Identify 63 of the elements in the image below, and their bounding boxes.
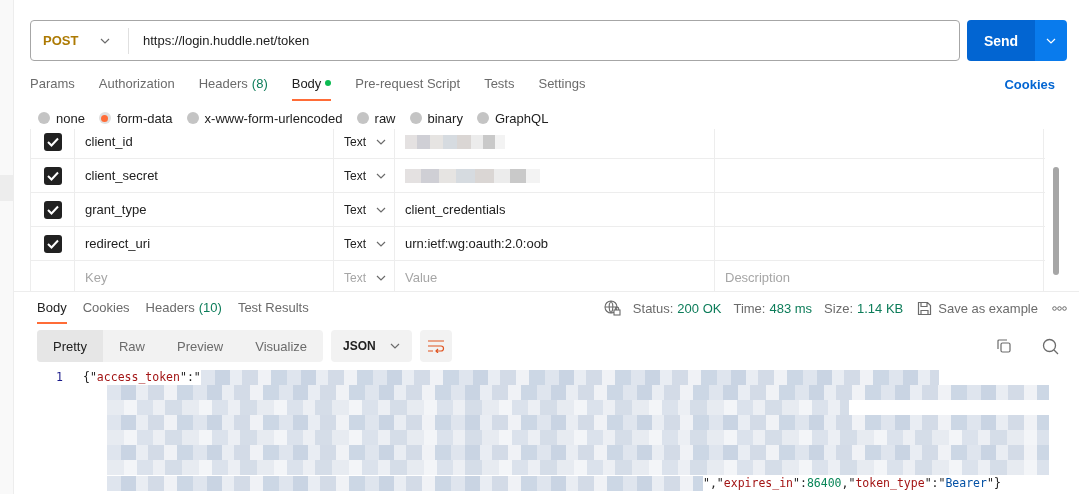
checkbox[interactable] <box>43 132 62 151</box>
type-dropdown[interactable]: Text <box>344 202 386 217</box>
send-button[interactable]: Send <box>967 20 1035 61</box>
value-cell: urn:ietf:wg:oauth:2.0:oob <box>405 236 549 251</box>
chevron-down-icon <box>100 37 110 44</box>
request-tab[interactable]: Params <box>30 67 75 101</box>
body-type-radio[interactable]: form-data <box>98 110 173 126</box>
chevron-down-icon <box>1046 37 1056 44</box>
request-tab[interactable]: Authorization <box>98 67 175 101</box>
body-type-radio[interactable]: raw <box>356 110 396 126</box>
chevron-down-icon <box>376 138 386 145</box>
view-mode-tab[interactable]: Raw <box>102 330 161 362</box>
save-example-button[interactable]: Save as example <box>917 300 1038 316</box>
method-dropdown[interactable]: POST <box>31 27 129 54</box>
response-stat: Size: 1.14 KB <box>824 300 904 316</box>
key-cell: client_id <box>85 134 133 149</box>
view-mode-tab[interactable]: Pretty <box>37 330 103 362</box>
url-bar[interactable]: POST https://login.huddle.net/token <box>30 20 960 61</box>
chevron-down-icon <box>376 240 386 247</box>
response-stat: Status: 200 OK <box>632 300 722 316</box>
key-cell: redirect_uri <box>85 236 151 251</box>
type-dropdown[interactable]: Text <box>344 168 386 183</box>
request-tab[interactable]: Settings <box>538 67 586 101</box>
view-mode-tab[interactable]: Preview <box>161 330 240 362</box>
body-type-radio[interactable]: none <box>38 110 85 126</box>
view-mode-tab[interactable]: Visualize <box>239 330 324 362</box>
request-tab[interactable]: Pre-request Script <box>355 67 461 101</box>
request-tab[interactable]: Body <box>291 67 332 101</box>
key-cell: grant_type <box>85 202 147 217</box>
globe-lock-icon[interactable] <box>603 300 621 316</box>
code-text: {"access_token":" <box>83 369 201 385</box>
request-tab[interactable]: Headers (8) <box>198 67 268 101</box>
type-dropdown[interactable]: Text <box>344 236 386 251</box>
response-tab[interactable]: Test Results <box>237 292 309 324</box>
key-cell: client_secret <box>85 168 158 183</box>
value-cell: client_credentials <box>405 202 506 217</box>
chevron-down-icon <box>376 172 386 179</box>
code-text: ","expires_in":86400,"token_type":"Bearer"} <box>703 475 1001 491</box>
save-icon <box>917 300 933 316</box>
body-type-radio[interactable]: binary <box>409 110 463 126</box>
type-dropdown[interactable]: Text <box>344 134 386 149</box>
response-tab[interactable]: Cookies <box>82 292 130 324</box>
format-dropdown[interactable]: JSON <box>331 330 412 362</box>
search-icon[interactable] <box>1042 337 1059 355</box>
request-tab[interactable]: Tests <box>484 67 515 101</box>
response-tab[interactable]: Body <box>37 292 67 324</box>
scrollbar-thumb[interactable] <box>1053 167 1059 275</box>
more-options-button[interactable] <box>1052 305 1067 311</box>
chevron-down-icon <box>376 274 386 281</box>
checkbox[interactable] <box>43 234 62 253</box>
body-type-radio[interactable]: x-www-form-urlencoded <box>186 110 343 126</box>
copy-icon[interactable] <box>996 338 1012 354</box>
chevron-down-icon <box>376 206 386 213</box>
chevron-down-icon <box>389 343 400 349</box>
url-text: https://login.huddle.net/token <box>142 33 311 48</box>
checkbox[interactable] <box>43 200 62 219</box>
response-tab[interactable]: Headers (10) <box>145 292 222 324</box>
checkbox[interactable] <box>43 166 62 185</box>
cookies-link[interactable]: Cookies <box>1004 76 1055 92</box>
response-stat: Time: 483 ms <box>733 300 813 316</box>
wrap-lines-icon <box>426 339 445 353</box>
body-type-radio[interactable]: GraphQL <box>476 110 549 126</box>
line-number: 1 <box>55 369 64 386</box>
